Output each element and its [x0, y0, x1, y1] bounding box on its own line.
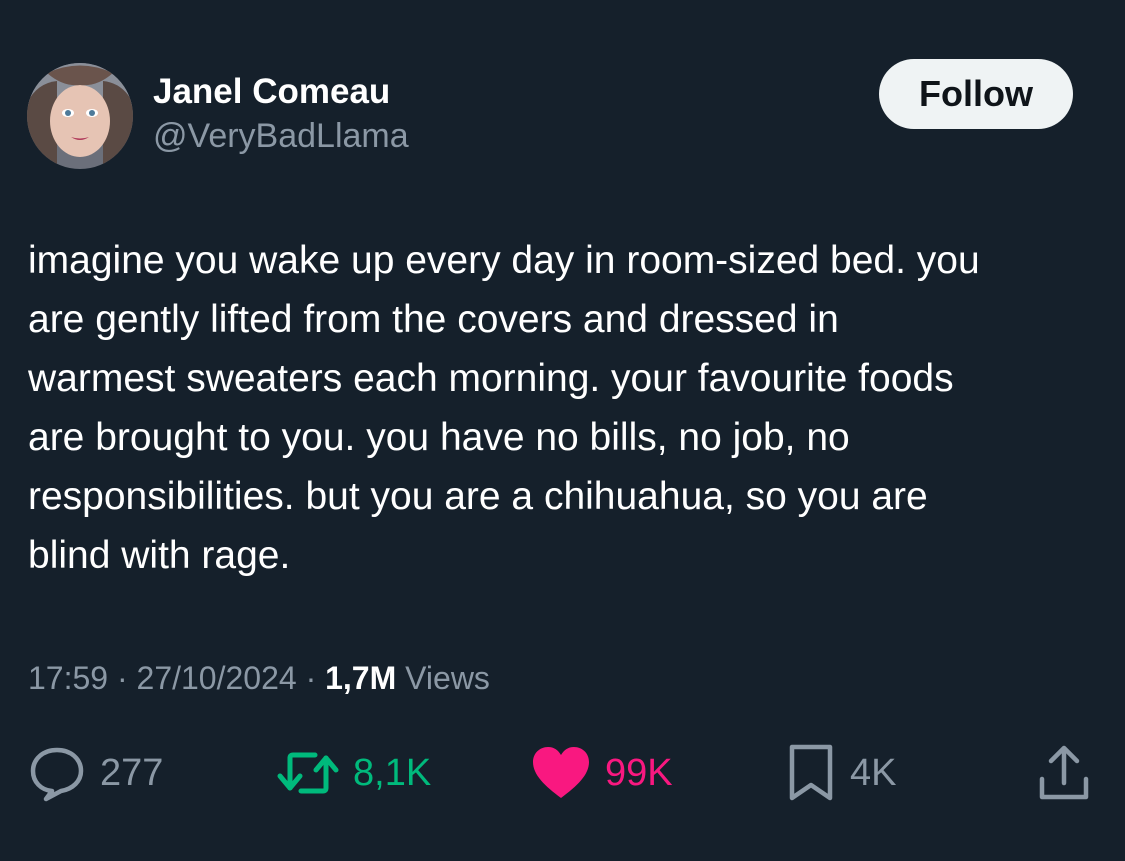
meta-separator: · [305, 660, 317, 696]
bookmark-count: 4K [850, 752, 897, 794]
bookmark-icon [789, 744, 833, 801]
like-button[interactable]: 99K [531, 738, 673, 808]
tweet-text-line: imagine you wake up every day in room-si… [28, 239, 980, 282]
tweet-time[interactable]: 17:59 [28, 660, 108, 696]
reply-button[interactable]: 277 [28, 738, 163, 808]
retweet-icon [277, 752, 339, 794]
tweet-text-line: are gently lifted from the covers and dr… [28, 298, 839, 341]
author-name[interactable]: Janel Comeau [153, 72, 390, 112]
retweet-button[interactable]: 8,1K [277, 738, 431, 808]
bookmark-button[interactable]: 4K [786, 738, 896, 808]
reply-icon [30, 747, 84, 802]
like-count: 99K [605, 752, 673, 794]
retweet-count: 8,1K [353, 752, 432, 794]
tweet-text-line: responsibilities. but you are a chihuahu… [28, 475, 928, 518]
heart-icon [533, 747, 589, 798]
author-handle[interactable]: @VeryBadLlama [153, 116, 409, 156]
share-icon [1039, 745, 1089, 800]
tweet-text-line: blind with rage. [28, 534, 291, 577]
tweet-text: imagine you wake up every day in room-si… [28, 231, 1098, 585]
views-label: Views [405, 660, 490, 696]
share-button[interactable] [1036, 738, 1092, 808]
reply-count: 277 [100, 752, 164, 794]
meta-separator: · [116, 660, 128, 696]
views-count: 1,7M [325, 660, 397, 696]
follow-button[interactable]: Follow [879, 59, 1073, 129]
tweet-text-line: warmest sweaters each morning. your favo… [28, 357, 954, 400]
tweet-metadata: 17:59 · 27/10/2024 · 1,7M Views [28, 657, 490, 699]
tweet-text-line: are brought to you. you have no bills, n… [28, 416, 850, 459]
avatar[interactable] [27, 63, 133, 169]
tweet-date[interactable]: 27/10/2024 [137, 660, 297, 696]
action-bar: 277 8,1K 99K 4K [0, 738, 1125, 808]
